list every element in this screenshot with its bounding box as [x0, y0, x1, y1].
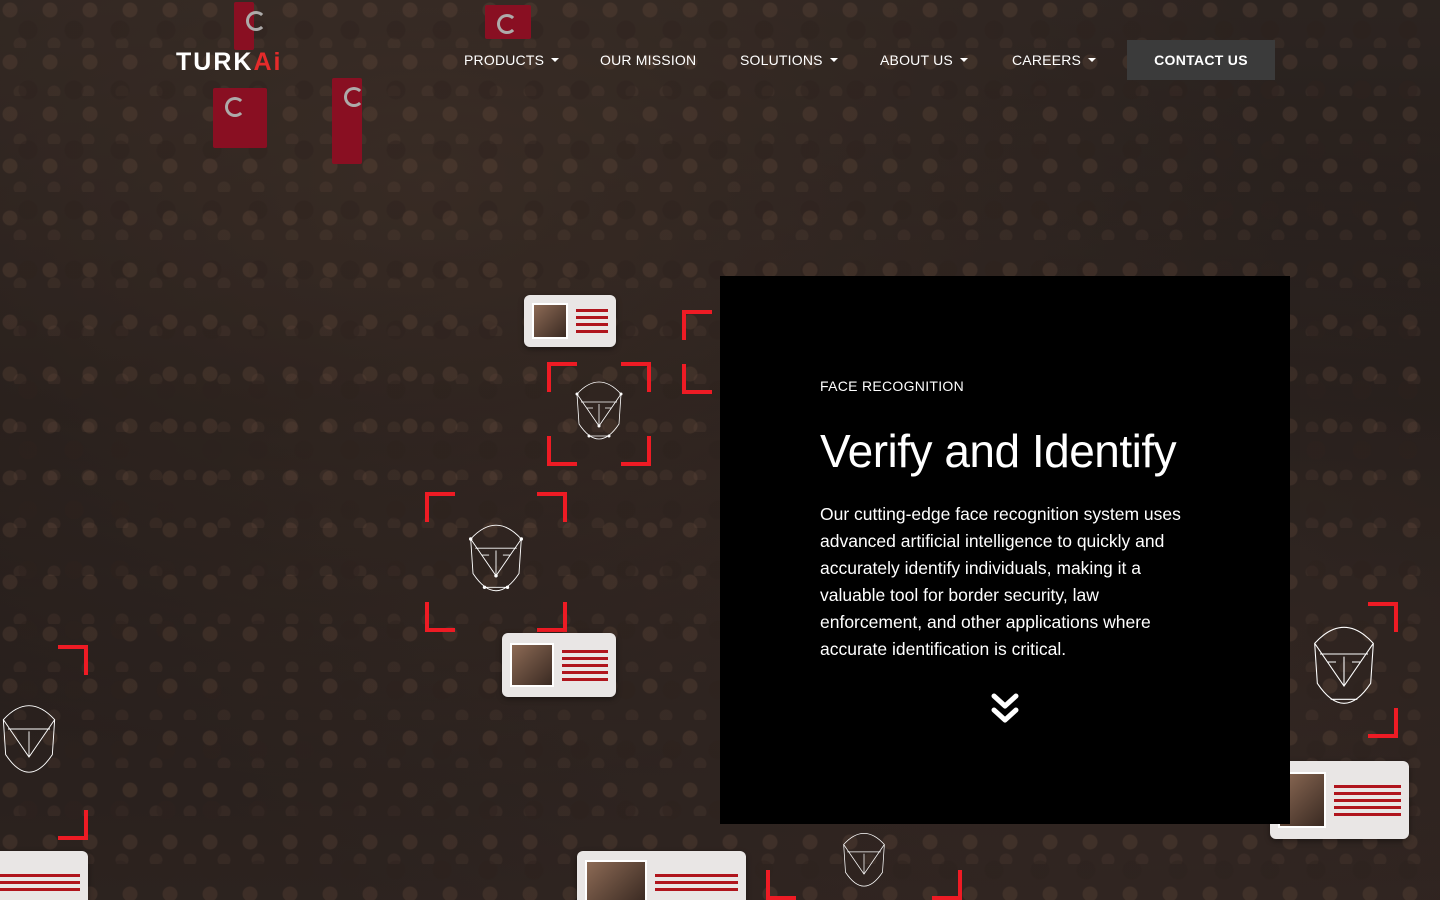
id-photo [585, 860, 647, 900]
hero-description: Our cutting-edge face recognition system… [820, 504, 1181, 659]
id-card-graphic [1270, 761, 1409, 839]
face-detection-frame [425, 492, 567, 632]
face-mesh-icon [1314, 626, 1374, 704]
id-card-graphic [577, 851, 746, 900]
caret-down-icon [829, 58, 838, 62]
scroll-down-button[interactable] [991, 693, 1019, 727]
double-chevron-down-icon [991, 693, 1019, 723]
id-photo [510, 643, 554, 687]
hero-title: Verify and Identify [820, 425, 1177, 477]
face-mesh-icon [843, 833, 885, 887]
nav-solutions[interactable]: SOLUTIONS [740, 52, 838, 68]
nav-products-label: PRODUCTS [464, 52, 545, 68]
nav-our-mission-label: OUR MISSION [600, 52, 697, 68]
face-mesh-icon [575, 381, 623, 440]
section-eyebrow: FACE RECOGNITION [820, 378, 965, 394]
id-card-graphic [0, 851, 88, 900]
nav-solutions-label: SOLUTIONS [740, 52, 823, 68]
nav-careers-label: CAREERS [1012, 52, 1082, 68]
nav-products[interactable]: PRODUCTS [464, 52, 560, 68]
face-detection-frame [766, 826, 962, 900]
nav-about-us[interactable]: ABOUT US [880, 52, 968, 68]
contact-us-button[interactable]: CONTACT US [1127, 40, 1275, 80]
face-detection-frame [1290, 602, 1398, 738]
face-mesh-icon [2, 704, 56, 772]
caret-down-icon [551, 58, 560, 62]
face-detection-frame [0, 645, 88, 840]
face-detection-frame [547, 362, 651, 466]
id-card-graphic [524, 295, 616, 347]
nav-our-mission[interactable]: OUR MISSION [600, 52, 696, 68]
hero-content-panel: FACE RECOGNITION Verify and Identify Our… [720, 276, 1290, 824]
nav-careers[interactable]: CAREERS [1012, 52, 1097, 68]
face-mesh-icon [468, 524, 524, 591]
turkai-logo[interactable]: TURKAi [176, 48, 282, 77]
id-photo [532, 303, 568, 339]
main-navigation: TURKAi PRODUCTS OUR MISSION SOLUTIONS AB… [0, 0, 1440, 110]
id-card-graphic [502, 633, 616, 697]
nav-about-us-label: ABOUT US [880, 52, 953, 68]
caret-down-icon [959, 58, 968, 62]
caret-down-icon [1088, 58, 1097, 62]
